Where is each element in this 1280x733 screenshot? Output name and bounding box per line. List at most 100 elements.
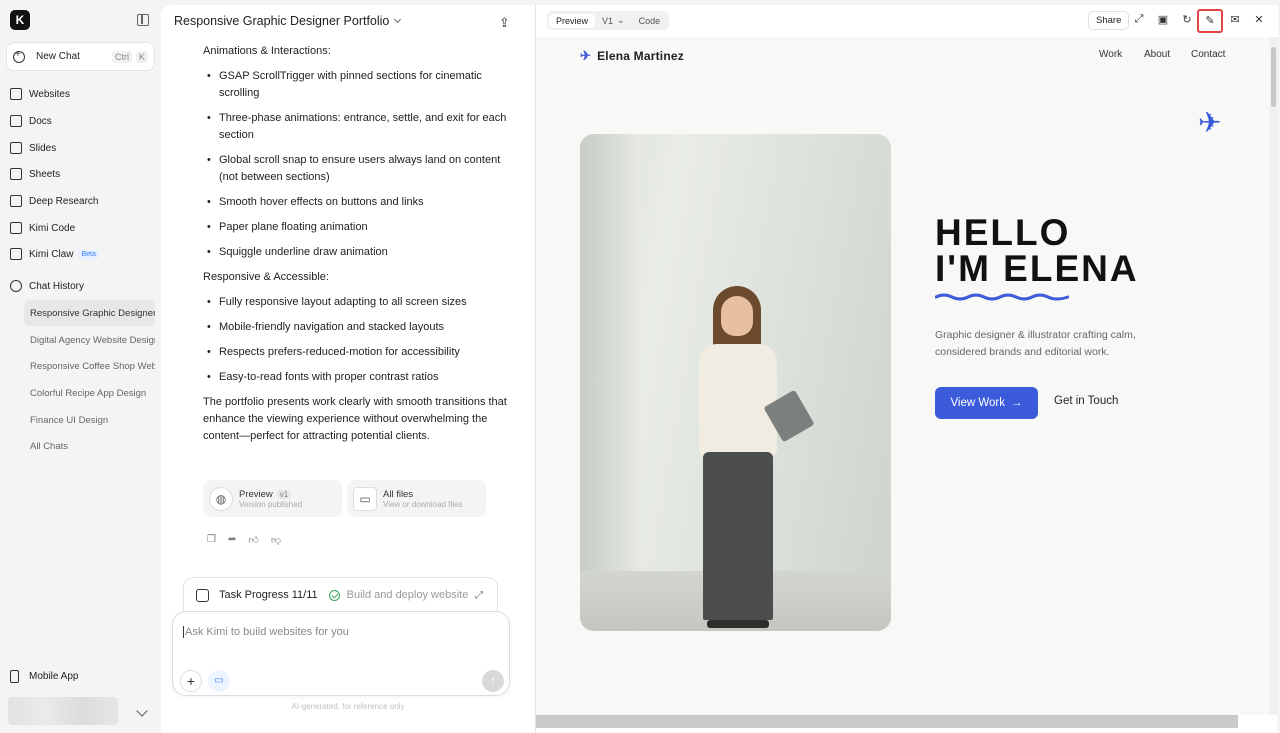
tab-preview[interactable]: Preview: [549, 13, 596, 28]
section-heading: Animations & Interactions:: [203, 45, 331, 57]
sidebar-item-label: Kimi Claw: [29, 248, 74, 260]
folder-icon: ▭: [353, 486, 377, 511]
sidebar-item-kimi-code[interactable]: Kimi Code: [10, 218, 75, 238]
sidebar-item-deep-research[interactable]: Deep Research: [10, 191, 98, 211]
slides-icon: [10, 142, 22, 154]
nav-work[interactable]: Work: [1099, 49, 1122, 60]
sidebar-item-slides[interactable]: Slides: [10, 138, 56, 158]
nav-contact[interactable]: Contact: [1191, 49, 1225, 60]
version-tag: v1: [276, 489, 292, 499]
list-item: GSAP ScrollTrigger with pinned sections …: [203, 68, 513, 102]
history-item[interactable]: Responsive Graphic Designer Portfolio: [24, 300, 155, 326]
vertical-scrollbar[interactable]: [1270, 37, 1278, 715]
sidebar-item-docs[interactable]: Docs: [10, 111, 52, 131]
all-files-card[interactable]: ▭ All files View or download files: [347, 480, 486, 517]
list-item: Fully responsive layout adapting to all …: [203, 294, 513, 311]
person-pants: [703, 452, 773, 620]
list-item: Smooth hover effects on buttons and link…: [203, 194, 513, 211]
sidebar-item-kimi-claw[interactable]: Kimi Claw Beta: [10, 244, 99, 264]
composer-input[interactable]: Ask Kimi to build websites for you: [183, 626, 349, 638]
edit-icon[interactable]: ✎: [1197, 9, 1223, 33]
attach-button[interactable]: +: [180, 670, 202, 692]
history-item[interactable]: Finance UI Design: [24, 407, 155, 433]
task-progress-label: Task Progress 11/11: [219, 589, 318, 601]
card-subtitle: View or download files: [383, 499, 463, 509]
tab-code[interactable]: Code: [632, 14, 668, 28]
message-actions: ❐ ➦ 👍︎ 👎︎: [207, 534, 281, 546]
history-item[interactable]: Colorful Recipe App Design: [24, 380, 155, 406]
preview-card[interactable]: ◍ Preview v1 Version published: [203, 480, 342, 517]
person-figure: [681, 286, 841, 631]
doc-icon: [10, 115, 22, 127]
chat-title: Responsive Graphic Designer Portfolio: [174, 14, 390, 28]
new-chat-icon: [13, 49, 25, 63]
list-item: Easy-to-read fonts with proper contrast …: [203, 369, 513, 386]
user-profile[interactable]: [8, 697, 118, 725]
message-composer[interactable]: Ask Kimi to build websites for you + ▭ ↑: [172, 611, 510, 696]
sidebar-item-label: Websites: [29, 88, 70, 100]
copy-icon[interactable]: ❐: [207, 534, 216, 546]
task-progress-bar[interactable]: Task Progress 11/11 Build and deploy web…: [183, 577, 498, 613]
card-title: Preview: [239, 488, 273, 500]
hero-line-2: I'M ELENA: [935, 248, 1139, 289]
preview-toolbar: Preview V1 ⌄ Code Share ⤢ ▣ ↻ ✎ ✉ ✕: [536, 5, 1278, 37]
view-work-button[interactable]: View Work →: [935, 387, 1038, 419]
card-subtitle: Version published: [239, 499, 303, 509]
close-icon[interactable]: ✕: [1252, 13, 1266, 26]
chat-title-dropdown[interactable]: Responsive Graphic Designer Portfolio: [174, 14, 402, 28]
sidebar-item-label: Deep Research: [29, 195, 99, 207]
history-item[interactable]: Digital Agency Website Design: [24, 327, 155, 353]
assistant-message: Animations & Interactions: GSAP ScrollTr…: [203, 43, 513, 445]
sidebar-toggle-icon[interactable]: [137, 14, 149, 26]
website-preview: ✈ Elena Martinez Work About Contact ✈ HE…: [536, 37, 1270, 715]
claw-icon: [10, 248, 22, 260]
get-in-touch-link[interactable]: Get in Touch: [1054, 395, 1118, 407]
sidebar-item-sheets[interactable]: Sheets: [10, 164, 60, 184]
thumbs-down-icon[interactable]: 👎︎: [271, 534, 281, 546]
expand-icon[interactable]: ⤢: [475, 590, 483, 601]
chevron-down-icon[interactable]: [136, 705, 148, 717]
sidebar-item-label: Docs: [29, 115, 52, 127]
summary-paragraph: The portfolio presents work clearly with…: [203, 396, 507, 442]
list-item: Global scroll snap to ensure users alway…: [203, 152, 513, 186]
research-icon: [10, 195, 22, 207]
list-item: Three-phase animations: entrance, settle…: [203, 110, 513, 144]
share-button[interactable]: Share: [1088, 11, 1130, 30]
disclaimer: AI-generated, for reference only: [291, 702, 405, 711]
share-icon[interactable]: ⇪: [499, 15, 510, 31]
sidebar: K New Chat Ctrl K Websites Docs Slides S…: [0, 0, 161, 733]
website-tool-icon[interactable]: ▭: [208, 670, 230, 692]
view-tabs: Preview V1 ⌄ Code: [547, 11, 670, 30]
device-toggle-icon[interactable]: ▣: [1156, 13, 1170, 26]
chat-history-header[interactable]: Chat History: [10, 276, 84, 296]
nav-about[interactable]: About: [1144, 49, 1170, 60]
photo-wall: [580, 134, 640, 631]
sidebar-item-websites[interactable]: Websites: [10, 84, 70, 104]
version-dropdown[interactable]: V1 ⌄: [595, 13, 632, 28]
new-chat-button[interactable]: New Chat Ctrl K: [6, 42, 155, 71]
all-chats-link[interactable]: All Chats: [24, 433, 155, 459]
fullscreen-icon[interactable]: ⤢: [1132, 13, 1146, 26]
thumbs-up-icon[interactable]: 👍︎: [248, 534, 258, 546]
kimi-logo[interactable]: K: [10, 10, 30, 30]
paper-plane-icon: ✈: [580, 48, 592, 63]
brand-name: Elena Martinez: [597, 49, 684, 63]
mail-icon[interactable]: ✉: [1228, 13, 1242, 26]
paper-plane-icon: ✈: [1198, 107, 1222, 138]
preview-panel: Preview V1 ⌄ Code Share ⤢ ▣ ↻ ✎ ✉ ✕ ✈ Ele…: [535, 5, 1278, 733]
history-item[interactable]: Responsive Coffee Shop Website: [24, 353, 155, 379]
site-brand[interactable]: ✈ Elena Martinez: [580, 48, 684, 64]
sidebar-item-label: Kimi Code: [29, 222, 76, 234]
hero-heading: HELLO I'M ELENA: [935, 214, 1139, 289]
mobile-app-link[interactable]: Mobile App: [10, 670, 78, 683]
refresh-icon[interactable]: ↻: [1180, 13, 1194, 26]
code-icon: [10, 222, 22, 234]
bullet-list: GSAP ScrollTrigger with pinned sections …: [203, 68, 513, 261]
person-blouse: [699, 344, 777, 456]
clock-icon: [10, 280, 22, 292]
send-button[interactable]: ↑: [482, 670, 504, 692]
horizontal-scrollbar[interactable]: [536, 715, 1238, 728]
shortcut-key-ctrl: Ctrl: [111, 50, 132, 63]
section-heading: Responsive & Accessible:: [203, 271, 329, 283]
share-icon[interactable]: ➦: [228, 534, 236, 546]
